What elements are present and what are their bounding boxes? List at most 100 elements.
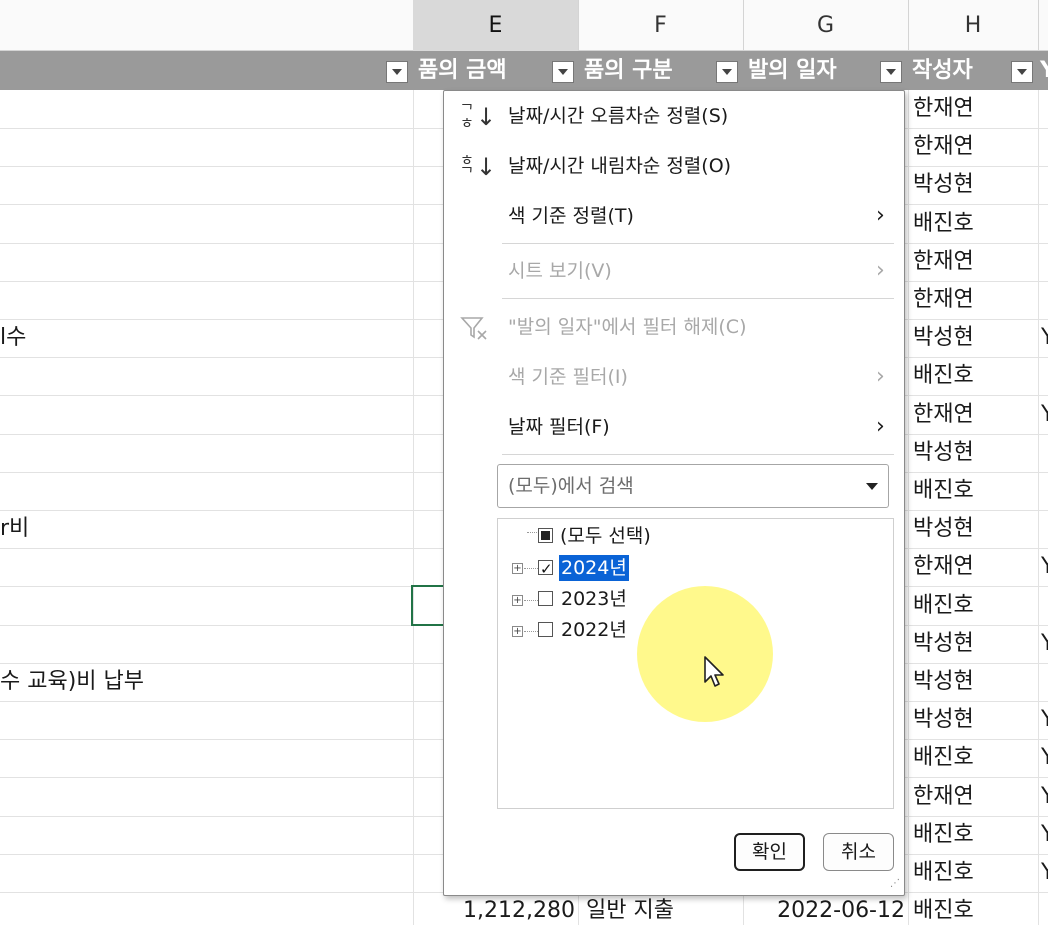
menu-sort-descending-label: 날짜/시간 내림차순 정렬(O) [508, 155, 732, 177]
header-author: 작성자 [912, 58, 973, 83]
active-cell[interactable] [411, 585, 445, 626]
cell-author[interactable]: 배진호 [913, 892, 974, 930]
expand-icon[interactable]: + [512, 595, 523, 606]
filter-search-placeholder: (모두)에서 검색 [508, 475, 634, 497]
cell-description[interactable]: l수 [0, 319, 26, 357]
cell-author[interactable]: 한재연 [913, 778, 974, 816]
menu-clear-filter-label: "발의 일자"에서 필터 해제(C) [508, 316, 747, 338]
cell-next[interactable]: Y [1041, 739, 1048, 777]
cell-author[interactable]: 한재연 [913, 243, 974, 281]
grid-line [908, 90, 909, 925]
year-2024-label: 2024년 [559, 555, 629, 581]
sort-descending-icon: ㅎ ᄀ ↓ [460, 151, 497, 182]
column-header-f[interactable]: F [578, 0, 744, 51]
header-next: Y [1040, 58, 1048, 83]
cell-description[interactable]: r비 [0, 510, 29, 548]
menu-sort-ascending-label: 날짜/시간 오름차순 정렬(S) [508, 105, 729, 127]
header-amount: 품의 금액 [418, 58, 507, 83]
cell-author[interactable]: 박성현 [913, 319, 974, 357]
filter-dropdown-h[interactable] [1011, 61, 1033, 83]
year-2024-checkbox[interactable]: ✓ [538, 560, 553, 578]
mouse-cursor-icon [704, 656, 724, 687]
expand-icon[interactable]: + [512, 563, 523, 574]
cell-author[interactable]: 한재연 [913, 548, 974, 586]
year-2023-checkbox[interactable] [538, 591, 553, 606]
cell-author[interactable]: 박성현 [913, 166, 974, 204]
cell-author[interactable]: 배진호 [913, 587, 974, 625]
cell-next[interactable]: Y [1041, 548, 1048, 586]
cell-author[interactable]: 한재연 [913, 396, 974, 434]
column-header-h[interactable]: H [908, 0, 1039, 51]
cell-author[interactable]: 배진호 [913, 472, 974, 510]
clear-filter-icon [460, 317, 487, 340]
cell-author[interactable]: 한재연 [913, 281, 974, 319]
cell-description[interactable]: 수 교육)비 납부 [0, 663, 144, 701]
menu-sort-by-color-label: 색 기준 정렬(T) [508, 205, 634, 227]
filter-dropdown-g[interactable] [880, 61, 902, 83]
cell-author[interactable]: 박성현 [913, 701, 974, 739]
filter-dropdown-f[interactable] [716, 61, 738, 83]
column-header-i[interactable] [1038, 0, 1048, 51]
cell-next[interactable]: Y [1041, 625, 1048, 663]
menu-sort-ascending[interactable]: ᄀ ㅎ ↓ 날짜/시간 오름차순 정렬(S) [444, 94, 904, 138]
resize-grip-icon[interactable]: ⋰ [890, 879, 902, 893]
cell-author[interactable]: 배진호 [913, 854, 974, 892]
filter-dropdown-e[interactable] [552, 61, 574, 83]
select-all-checkbox[interactable] [538, 528, 553, 543]
cell-author[interactable]: 배진호 [913, 816, 974, 854]
cell-author[interactable]: 배진호 [913, 357, 974, 395]
expand-icon[interactable]: + [512, 626, 523, 637]
year-2022-checkbox[interactable] [538, 622, 553, 637]
cell-date[interactable]: 2022-06-12 [743, 892, 905, 930]
table-header-row: 품의 금액 품의 구분 발의 일자 작성자 Y [0, 51, 1048, 90]
menu-separator [502, 298, 894, 299]
cell-author[interactable]: 박성현 [913, 663, 974, 701]
grid-line [413, 90, 414, 925]
header-type: 품의 구분 [584, 58, 673, 83]
cell-next[interactable]: Y [1041, 701, 1048, 739]
chevron-right-icon: › [876, 258, 885, 283]
cell-author[interactable]: 배진호 [913, 739, 974, 777]
cell-type[interactable]: 일반 지출 [586, 892, 674, 930]
cancel-button[interactable]: 취소 [823, 833, 894, 871]
year-2023-label: 2023년 [561, 588, 627, 610]
menu-separator [502, 243, 894, 244]
column-header-e[interactable]: E [413, 0, 579, 55]
menu-clear-filter: "발의 일자"에서 필터 해제(C) [444, 305, 904, 349]
grid-line [1038, 90, 1039, 925]
menu-date-filter[interactable]: 날짜 필터(F) › [444, 405, 904, 449]
menu-filter-by-color: 색 기준 필터(I) › [444, 355, 904, 399]
menu-sort-descending[interactable]: ㅎ ᄀ ↓ 날짜/시간 내림차순 정렬(O) [444, 144, 904, 188]
menu-sort-by-color[interactable]: 색 기준 정렬(T) › [444, 194, 904, 238]
cell-author[interactable]: 한재연 [913, 128, 974, 166]
menu-filter-by-color-label: 색 기준 필터(I) [508, 366, 628, 388]
cell-next[interactable]: Y [1041, 319, 1048, 357]
cell-author[interactable]: 한재연 [913, 90, 974, 128]
cell-author[interactable]: 배진호 [913, 205, 974, 243]
cell-next[interactable]: Y [1041, 854, 1048, 892]
column-header-d[interactable] [0, 0, 414, 51]
cell-next[interactable]: Y [1041, 816, 1048, 854]
cell-amount[interactable]: 1,212,280 [413, 892, 575, 930]
column-headers: E F G H [0, 0, 1048, 55]
chevron-right-icon: › [876, 203, 885, 228]
menu-separator [502, 454, 894, 455]
cell-author[interactable]: 박성현 [913, 434, 974, 472]
cursor-highlight [637, 586, 773, 722]
ok-button[interactable]: 확인 [734, 833, 805, 871]
cell-author[interactable]: 박성현 [913, 625, 974, 663]
year-2022-label: 2022년 [561, 619, 627, 641]
select-all-label: (모두 선택) [560, 525, 651, 547]
menu-sheet-view-label: 시트 보기(V) [508, 260, 612, 282]
cell-author[interactable]: 박성현 [913, 510, 974, 548]
cell-next[interactable]: Y [1041, 778, 1048, 816]
menu-sheet-view: 시트 보기(V) › [444, 249, 904, 293]
filter-search-input[interactable]: (모두)에서 검색 [497, 464, 889, 508]
cell-next[interactable]: Y [1041, 396, 1048, 434]
column-header-g[interactable]: G [743, 0, 909, 51]
chevron-right-icon: › [876, 414, 885, 439]
filter-dropdown-panel: ᄀ ㅎ ↓ 날짜/시간 오름차순 정렬(S) ㅎ ᄀ ↓ 날짜/시간 내림차순 … [443, 90, 905, 896]
menu-date-filter-label: 날짜 필터(F) [508, 416, 610, 438]
filter-dropdown-d[interactable] [386, 61, 408, 83]
chevron-down-icon[interactable] [866, 483, 878, 490]
